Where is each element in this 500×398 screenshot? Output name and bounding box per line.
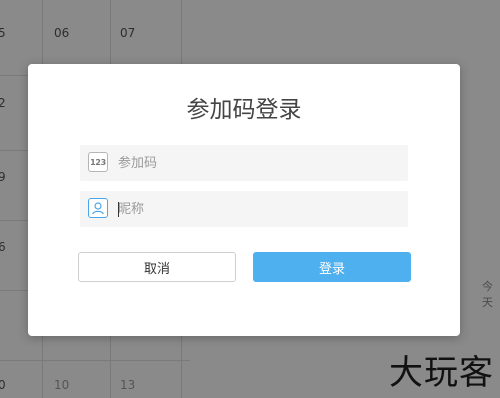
user-icon — [88, 198, 108, 218]
calendar-day: 13 — [120, 378, 136, 392]
nickname-field[interactable] — [80, 191, 408, 227]
dialog-title: 参加码登录 — [186, 97, 302, 123]
code-icon-text: 123 — [90, 157, 106, 167]
calendar-day: 0 — [0, 378, 6, 392]
calendar-day: 6 — [0, 240, 6, 254]
participation-code-input[interactable] — [118, 145, 398, 181]
today-label: 今天 — [482, 280, 493, 309]
calendar-day: 5 — [0, 26, 6, 40]
calendar-day: 9 — [0, 170, 6, 184]
login-button[interactable]: 登录 — [253, 252, 411, 282]
calendar-day: 07 — [120, 26, 136, 40]
watermark-text: 大玩客 — [389, 353, 494, 393]
participation-code-field[interactable]: 123 — [80, 145, 408, 181]
cancel-button[interactable]: 取消 — [78, 252, 236, 282]
calendar-day: 06 — [54, 26, 70, 40]
calendar-grid-line — [0, 360, 190, 361]
code-123-icon: 123 — [88, 152, 108, 172]
calendar-day: 2 — [0, 96, 6, 110]
calendar-day: 10 — [54, 378, 70, 392]
nickname-input[interactable] — [118, 191, 398, 227]
login-dialog: 参加码登录 123 取消 登录 — [28, 64, 460, 336]
